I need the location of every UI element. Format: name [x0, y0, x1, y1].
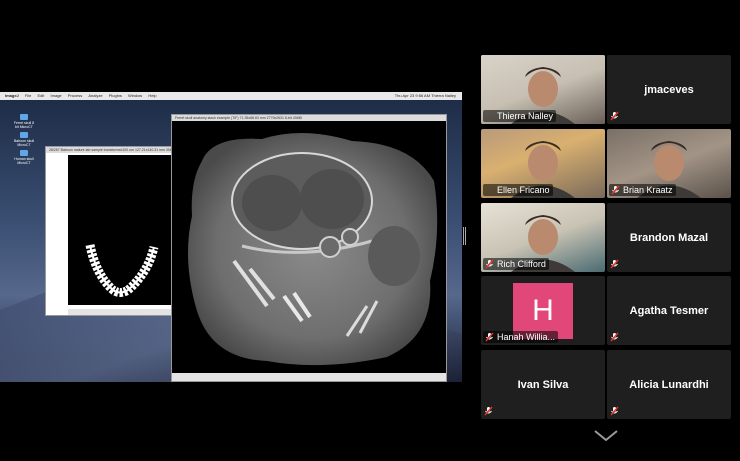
- participant-tile[interactable]: Thierra Nalley: [481, 55, 605, 124]
- scrollbar[interactable]: [172, 373, 446, 381]
- participant-name: Agatha Tesmer: [629, 304, 709, 317]
- desktop-icon-baboon[interactable]: Baboon skull MicroCT: [12, 132, 36, 147]
- participant-tile[interactable]: Alicia Lunardhi: [607, 350, 731, 419]
- scrollbar[interactable]: [68, 309, 172, 315]
- menu-edit[interactable]: Edit: [38, 93, 45, 98]
- muted-mic-icon: [611, 185, 620, 195]
- menubar-status: Thu Apr 23 9:56 AM Thierra Nalley: [394, 93, 456, 98]
- participant-tile[interactable]: jmaceves: [607, 55, 731, 124]
- participant-tile[interactable]: Brandon Mazal: [607, 203, 731, 272]
- folder-icon: [20, 132, 28, 138]
- participant-tile[interactable]: H Hanah Willia...: [481, 276, 605, 345]
- participant-name: Thierra Nalley: [483, 110, 557, 122]
- muted-mic-icon: [610, 259, 619, 269]
- menu-analyze[interactable]: Analyze: [88, 93, 102, 98]
- menu-window[interactable]: Window: [128, 93, 142, 98]
- folder-icon: [20, 114, 28, 120]
- participant-name: Rich Clifford: [483, 258, 549, 270]
- window-title: 28/257 Baboon mature tab sample transfor…: [46, 147, 174, 153]
- ferret-ct-slice: [172, 121, 446, 373]
- muted-mic-icon: [610, 111, 619, 121]
- participant-name: Brian Kraatz: [609, 184, 676, 196]
- menu-plugins[interactable]: Plugins: [109, 93, 122, 98]
- muted-mic-icon: [610, 406, 619, 416]
- participant-tile[interactable]: Ellen Fricano: [481, 129, 605, 198]
- mac-menubar: ImageJ File Edit Image Process Analyze P…: [0, 92, 462, 100]
- participant-tile[interactable]: Agatha Tesmer: [607, 276, 731, 345]
- muted-mic-icon: [484, 406, 493, 416]
- participant-tile[interactable]: Ivan Silva: [481, 350, 605, 419]
- chevron-down-icon[interactable]: [592, 428, 620, 444]
- baboon-image-window[interactable]: 28/257 Baboon mature tab sample transfor…: [45, 146, 175, 316]
- menu-help[interactable]: Help: [148, 93, 156, 98]
- shared-screen: ImageJ File Edit Image Process Analyze P…: [0, 92, 462, 382]
- ferret-image-window[interactable]: Ferret skull anatomy stack example (TIF)…: [171, 114, 447, 382]
- desktop-icon-human[interactable]: Human skull MicroCT: [12, 150, 36, 165]
- muted-mic-icon: [485, 332, 494, 342]
- menu-image[interactable]: Image: [51, 93, 62, 98]
- muted-mic-icon: [610, 332, 619, 342]
- menu-process[interactable]: Process: [68, 93, 82, 98]
- menu-file[interactable]: File: [25, 93, 31, 98]
- participant-name: Brandon Mazal: [629, 231, 709, 244]
- folder-icon: [20, 150, 28, 156]
- participant-tile[interactable]: Brian Kraatz: [607, 129, 731, 198]
- participant-name: jmaceves: [644, 83, 694, 96]
- desktop-icon-ferret[interactable]: Ferret skull 8 bit MicroCT: [12, 114, 36, 129]
- participant-tile[interactable]: Rich Clifford: [481, 203, 605, 272]
- participant-name: Alicia Lunardhi: [629, 378, 709, 391]
- muted-mic-icon: [485, 259, 494, 269]
- menu-app[interactable]: ImageJ: [5, 93, 19, 98]
- panel-resize-handle[interactable]: [463, 227, 466, 245]
- jaw-ct-image: [68, 155, 172, 305]
- participant-name: Ivan Silva: [517, 378, 569, 391]
- participant-name: Ellen Fricano: [483, 184, 553, 196]
- participant-name: Hanah Willia...: [483, 331, 559, 343]
